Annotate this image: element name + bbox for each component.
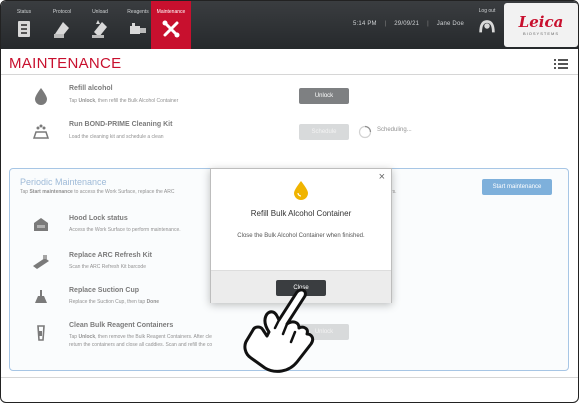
nav-status[interactable]: Status bbox=[5, 1, 43, 49]
menu-icon[interactable] bbox=[554, 58, 568, 70]
nav-protocol[interactable]: Protocol bbox=[43, 1, 81, 49]
maintenance-icon bbox=[162, 20, 180, 38]
protocol-icon bbox=[54, 22, 69, 38]
pointing-hand-icon bbox=[243, 288, 315, 373]
nav-label: Status bbox=[16, 9, 32, 15]
separator: | bbox=[384, 21, 387, 27]
close-icon[interactable]: × bbox=[379, 171, 385, 183]
status-icon bbox=[18, 21, 30, 37]
alcohol-drop-icon bbox=[294, 181, 308, 200]
unload-icon bbox=[92, 20, 107, 38]
logout-label: Log out bbox=[478, 8, 496, 14]
nav-maintenance[interactable]: Maintenance bbox=[151, 1, 191, 49]
nav-label: Protocol bbox=[52, 9, 72, 15]
nav-label: Unload bbox=[92, 9, 108, 15]
nav-unload[interactable]: Unload bbox=[81, 1, 119, 49]
clock-time: 5:14 PM bbox=[353, 21, 377, 27]
logout-icon bbox=[479, 20, 495, 33]
brand-sub: BIOSYSTEMS bbox=[522, 31, 559, 36]
dialog-title: Refill Bulk Alcohol Container bbox=[250, 209, 352, 218]
nav-label: Maintenance bbox=[156, 9, 186, 15]
page-title: MAINTENANCE bbox=[9, 55, 122, 72]
user-name: Jane Doe bbox=[436, 21, 465, 27]
reagents-icon bbox=[130, 23, 146, 34]
logout-button[interactable]: Log out bbox=[473, 1, 501, 49]
dialog-message: Close the Bulk Alcohol Container when fi… bbox=[237, 233, 365, 239]
separator: | bbox=[427, 21, 429, 27]
status-info: 5:14 PM | 29/09/21 | Jane Doe bbox=[353, 21, 470, 27]
clock-date: 29/09/21 bbox=[394, 21, 420, 27]
app-window: Status Protocol Unload Reagents Maintena… bbox=[0, 0, 579, 403]
brand-logo: Leica BIOSYSTEMS bbox=[504, 3, 578, 47]
top-bar: Status Protocol Unload Reagents Maintena… bbox=[1, 1, 578, 49]
brand-name: Leica bbox=[518, 13, 564, 31]
divider bbox=[1, 377, 578, 378]
refill-dialog: × Refill Bulk Alcohol Container Close th… bbox=[210, 168, 392, 303]
